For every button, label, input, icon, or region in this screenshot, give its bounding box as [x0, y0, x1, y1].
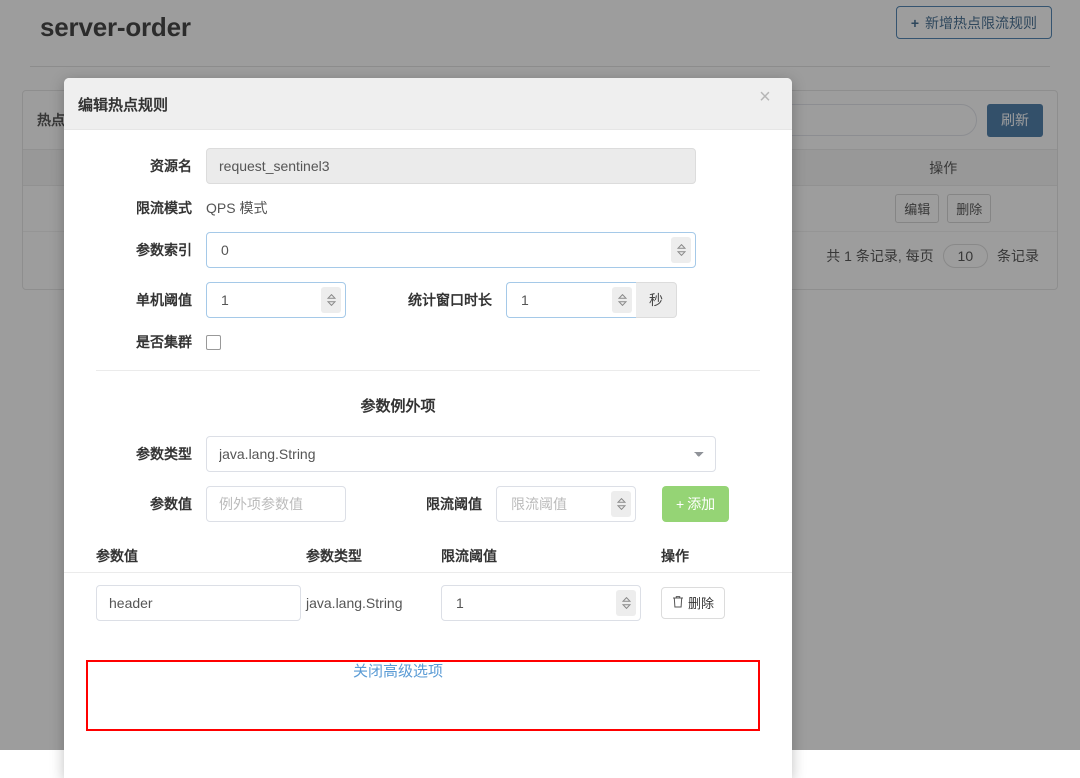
param-type-label: 参数类型	[96, 444, 206, 464]
param-index-label: 参数索引	[96, 240, 206, 260]
field-row-resource: 资源名	[64, 148, 792, 184]
param-value-input[interactable]	[206, 486, 346, 522]
edit-hotspot-rule-modal: 编辑热点规则 × 资源名 限流模式 QPS 模式 参数索引	[64, 78, 792, 778]
ex-cell-param-type: java.lang.String	[306, 595, 441, 611]
window-unit-addon: 秒	[636, 282, 677, 318]
spinner-icon[interactable]	[616, 590, 636, 616]
ex-cell-actions: 删除	[661, 587, 781, 619]
mode-value: QPS 模式	[206, 198, 267, 218]
cluster-label: 是否集群	[96, 332, 206, 352]
exception-delete-label: 删除	[688, 593, 714, 612]
exception-param-value-input[interactable]	[96, 585, 301, 621]
window-label: 统计窗口时长	[346, 290, 506, 310]
spinner-icon[interactable]	[671, 237, 691, 263]
limit-stepper[interactable]	[496, 486, 636, 522]
limit-input[interactable]	[509, 488, 607, 520]
exception-limit-stepper[interactable]	[441, 585, 641, 621]
resource-name-input[interactable]	[206, 148, 696, 184]
ex-col-param-value: 参数值	[96, 546, 306, 566]
ex-col-limit: 限流阈值	[441, 546, 661, 566]
add-exception-button[interactable]: + 添加	[662, 486, 729, 522]
spinner-icon[interactable]	[321, 287, 341, 313]
field-row-param-value: 参数值 限流阈值 + 添加	[64, 486, 792, 522]
exception-limit-input[interactable]	[454, 587, 612, 619]
field-row-param-index: 参数索引	[64, 232, 792, 268]
spinner-icon[interactable]	[611, 491, 631, 517]
spinner-icon[interactable]	[612, 287, 632, 313]
trash-icon	[672, 595, 684, 611]
ex-col-actions: 操作	[661, 546, 781, 566]
mode-label: 限流模式	[96, 198, 206, 218]
threshold-stepper[interactable]	[206, 282, 346, 318]
field-row-mode: 限流模式 QPS 模式	[64, 198, 792, 218]
threshold-input[interactable]	[219, 284, 317, 316]
param-index-input[interactable]	[219, 234, 667, 266]
param-index-stepper[interactable]	[206, 232, 696, 268]
window-input-group: 秒	[506, 282, 677, 318]
window-stepper[interactable]	[506, 282, 636, 318]
add-exception-label: 添加	[687, 494, 715, 514]
exception-table-row: java.lang.String 删除	[64, 572, 792, 632]
field-row-cluster: 是否集群	[64, 332, 792, 352]
close-icon[interactable]: ×	[752, 84, 778, 110]
modal-header: 编辑热点规则 ×	[64, 78, 792, 130]
window-input[interactable]	[519, 284, 608, 316]
threshold-label: 单机阈值	[96, 290, 206, 310]
cluster-checkbox[interactable]	[206, 335, 221, 350]
ex-cell-param-value	[96, 585, 306, 621]
param-type-select[interactable]: java.lang.String	[206, 436, 716, 472]
resource-label: 资源名	[96, 156, 206, 176]
modal-body: 资源名 限流模式 QPS 模式 参数索引 单机阈值	[64, 130, 792, 778]
modal-title: 编辑热点规则	[78, 94, 168, 115]
field-row-threshold-window: 单机阈值 统计窗口时长 秒	[64, 282, 792, 318]
field-row-param-type: 参数类型 java.lang.String	[64, 436, 792, 472]
exception-section-title: 参数例外项	[64, 395, 792, 416]
exception-delete-button[interactable]: 删除	[661, 587, 725, 619]
ex-col-param-type: 参数类型	[306, 546, 441, 566]
limit-label: 限流阈值	[346, 494, 496, 514]
ex-cell-limit	[441, 585, 661, 621]
exception-table-header: 参数值 参数类型 限流阈值 操作	[64, 546, 792, 566]
plus-icon: +	[676, 496, 684, 512]
section-divider	[96, 370, 760, 371]
toggle-advanced-options-link[interactable]: 关闭高级选项	[64, 660, 792, 681]
param-value-label: 参数值	[96, 494, 206, 514]
